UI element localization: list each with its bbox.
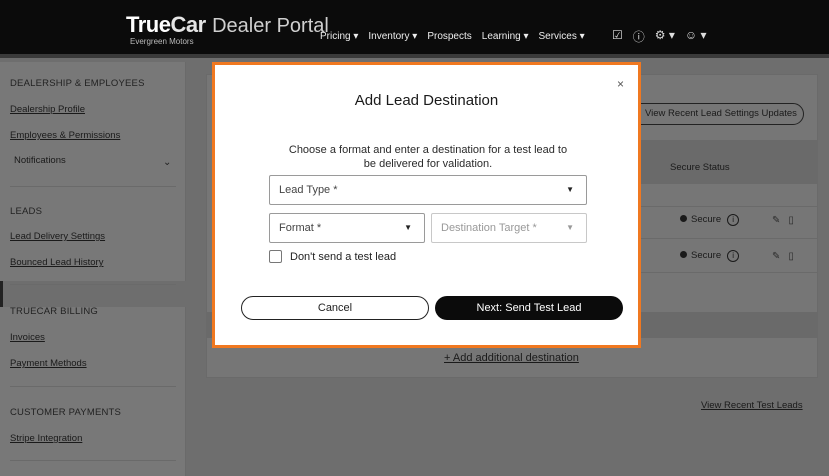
main-nav: Pricing ▾ Inventory ▾ Prospects Learning…	[320, 31, 585, 42]
table-row: Secure i	[680, 214, 740, 226]
caret-down-icon: ▼	[566, 223, 574, 232]
sidebar-heading-leads: LEADS	[10, 206, 43, 217]
top-navigation-bar: TrueCar Dealer Portal Evergreen Motors P…	[0, 0, 829, 58]
view-recent-test-leads-link[interactable]: View Recent Test Leads	[701, 400, 803, 411]
divider	[10, 186, 176, 187]
sidebar: DEALERSHIP & EMPLOYEES Dealership Profil…	[0, 62, 186, 476]
truecar-logo[interactable]: TrueCar Dealer Portal	[126, 12, 329, 38]
checkbox-label[interactable]: Don't send a test lead	[290, 251, 396, 263]
col-secure-status: Secure Status	[670, 162, 730, 173]
sidebar-item-stripe[interactable]: Stripe Integration	[10, 433, 82, 444]
gear-icon[interactable]: ⚙ ▾	[655, 28, 675, 45]
info-icon[interactable]: i	[727, 250, 740, 262]
destination-placeholder: Destination Target *	[441, 222, 537, 234]
user-icon[interactable]: ☺ ▾	[685, 28, 707, 45]
help-circle-icon[interactable]: ⓘ	[633, 28, 645, 45]
brand-portal: Dealer Portal	[212, 15, 329, 37]
divider	[10, 386, 176, 387]
lead-type-placeholder: Lead Type *	[279, 184, 338, 196]
row-divider	[640, 238, 818, 239]
row-actions: ✎▯	[772, 251, 802, 262]
brand-true: True	[126, 12, 171, 37]
trash-icon[interactable]: ▯	[788, 215, 802, 226]
caret-down-icon: ▼	[566, 185, 574, 194]
nav-services[interactable]: Services ▾	[539, 31, 585, 42]
next-send-test-lead-button[interactable]: Next: Send Test Lead	[435, 296, 623, 320]
close-icon[interactable]: ×	[617, 77, 624, 91]
view-recent-settings-button[interactable]: View Recent Lead Settings Updates	[628, 103, 804, 125]
dealer-name: Evergreen Motors	[130, 37, 194, 46]
lead-type-select[interactable]: Lead Type * ▼	[269, 175, 587, 205]
edit-icon[interactable]: ✎	[772, 215, 788, 226]
nav-prospects[interactable]: Prospects	[427, 31, 471, 42]
sidebar-heading-customer-payments: CUSTOMER PAYMENTS	[10, 407, 122, 418]
sidebar-item-lead-delivery[interactable]: Lead Delivery Settings	[10, 231, 105, 242]
modal-title: Add Lead Destination	[354, 92, 499, 109]
status-dot	[680, 251, 687, 258]
sidebar-item-invoices[interactable]: Invoices	[10, 332, 45, 343]
nav-inventory[interactable]: Inventory ▾	[368, 31, 417, 42]
format-placeholder: Format *	[279, 222, 322, 234]
nav-pricing[interactable]: Pricing ▾	[320, 31, 358, 42]
chevron-down-icon[interactable]: ⌄	[163, 157, 171, 168]
secure-status: Secure	[691, 250, 722, 261]
add-lead-destination-modal: × Add Lead Destination Choose a format a…	[212, 62, 641, 348]
add-destination-link[interactable]: + Add additional destination	[444, 352, 579, 364]
destination-target-select: Destination Target * ▼	[431, 213, 587, 243]
dont-send-test-lead-checkbox[interactable]	[269, 250, 282, 263]
sidebar-item-employees[interactable]: Employees & Permissions	[10, 130, 120, 141]
info-icon[interactable]: i	[727, 214, 740, 226]
secure-status: Secure	[691, 214, 722, 225]
sidebar-item-bounced-leads[interactable]: Bounced Lead History	[10, 257, 103, 268]
top-icons: ☑ ⓘ ⚙ ▾ ☺ ▾	[612, 28, 707, 45]
edit-icon[interactable]: ✎	[772, 251, 788, 262]
modal-description: Choose a format and enter a destination …	[288, 144, 568, 170]
row-actions: ✎▯	[772, 215, 802, 226]
nav-learning[interactable]: Learning ▾	[482, 31, 529, 42]
format-select[interactable]: Format * ▼	[269, 213, 425, 243]
sidebar-heading-billing: TRUECAR BILLING	[10, 306, 98, 317]
sidebar-item-dealership-profile[interactable]: Dealership Profile	[10, 104, 85, 115]
table-row: Secure i	[680, 250, 740, 262]
row-divider	[640, 206, 818, 207]
trash-icon[interactable]: ▯	[788, 251, 802, 262]
divider	[10, 460, 176, 461]
cancel-button[interactable]: Cancel	[241, 296, 429, 320]
divider	[10, 284, 176, 285]
clipboard-check-icon[interactable]: ☑	[612, 28, 623, 45]
caret-down-icon: ▼	[404, 223, 412, 232]
row-divider	[640, 272, 818, 273]
sidebar-item-payment-methods[interactable]: Payment Methods	[10, 358, 87, 369]
status-dot	[680, 215, 687, 222]
sidebar-item-notifications[interactable]: Notifications	[14, 155, 66, 166]
brand-car: Car	[170, 12, 206, 37]
sidebar-heading-dealership: DEALERSHIP & EMPLOYEES	[10, 78, 145, 89]
